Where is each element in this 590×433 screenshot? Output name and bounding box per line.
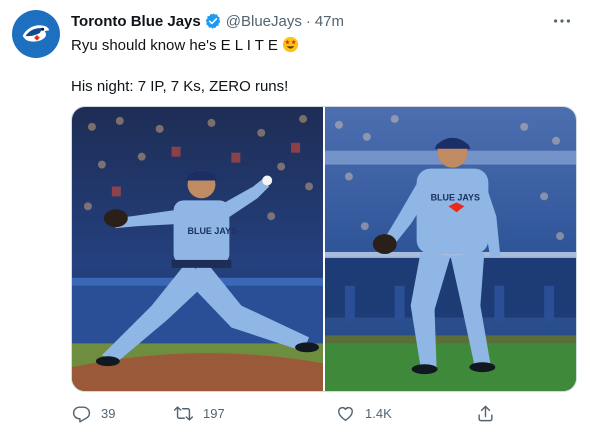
tweet-text-line-1-content: Ryu should know he's E L I T E (71, 37, 278, 54)
like-button[interactable]: 1.4K (336, 398, 392, 428)
avatar[interactable] (12, 10, 60, 58)
retweet-icon (174, 405, 193, 421)
media-grid: BLUE JAYS BLUE JAYS (71, 106, 577, 392)
tweet-card[interactable]: Toronto Blue Jays @BlueJays · 47m Ryu sh… (0, 0, 590, 433)
star-struck-emoji-icon (282, 36, 299, 53)
jersey-text: BLUE JAYS (431, 192, 480, 202)
jersey-text: BLUE JAYS (188, 226, 237, 236)
tweet-text-line-1: Ryu should know he's E L I T E (71, 36, 571, 56)
tweet-timestamp[interactable]: 47m (315, 13, 344, 30)
photo-walking[interactable]: BLUE JAYS (325, 107, 576, 391)
tweet-text-line-2: His night: 7 IP, 7 Ks, ZERO runs! (71, 78, 289, 95)
author-handle[interactable]: @BlueJays (226, 13, 302, 30)
author-name[interactable]: Toronto Blue Jays (71, 13, 201, 30)
reply-count: 39 (101, 405, 116, 421)
reply-icon (72, 405, 91, 423)
reply-button[interactable]: 39 (72, 398, 115, 428)
like-icon (338, 406, 353, 421)
photo-pitching[interactable]: BLUE JAYS (72, 107, 323, 391)
tweet-text: Ryu should know he's E L I T E His night… (71, 36, 571, 97)
blue-jays-logo-icon (22, 25, 50, 42)
action-bar: 39 197 1.4K (64, 398, 504, 428)
retweet-count: 197 (203, 405, 225, 421)
separator-dot: · (305, 12, 311, 30)
share-button[interactable] (476, 398, 495, 428)
more-icon[interactable] (550, 12, 574, 30)
tweet-header: Toronto Blue Jays @BlueJays · 47m (71, 10, 578, 32)
retweet-button[interactable]: 197 (174, 398, 225, 428)
verified-badge-icon (204, 12, 222, 30)
like-count: 1.4K (365, 405, 392, 421)
share-icon (478, 405, 493, 421)
